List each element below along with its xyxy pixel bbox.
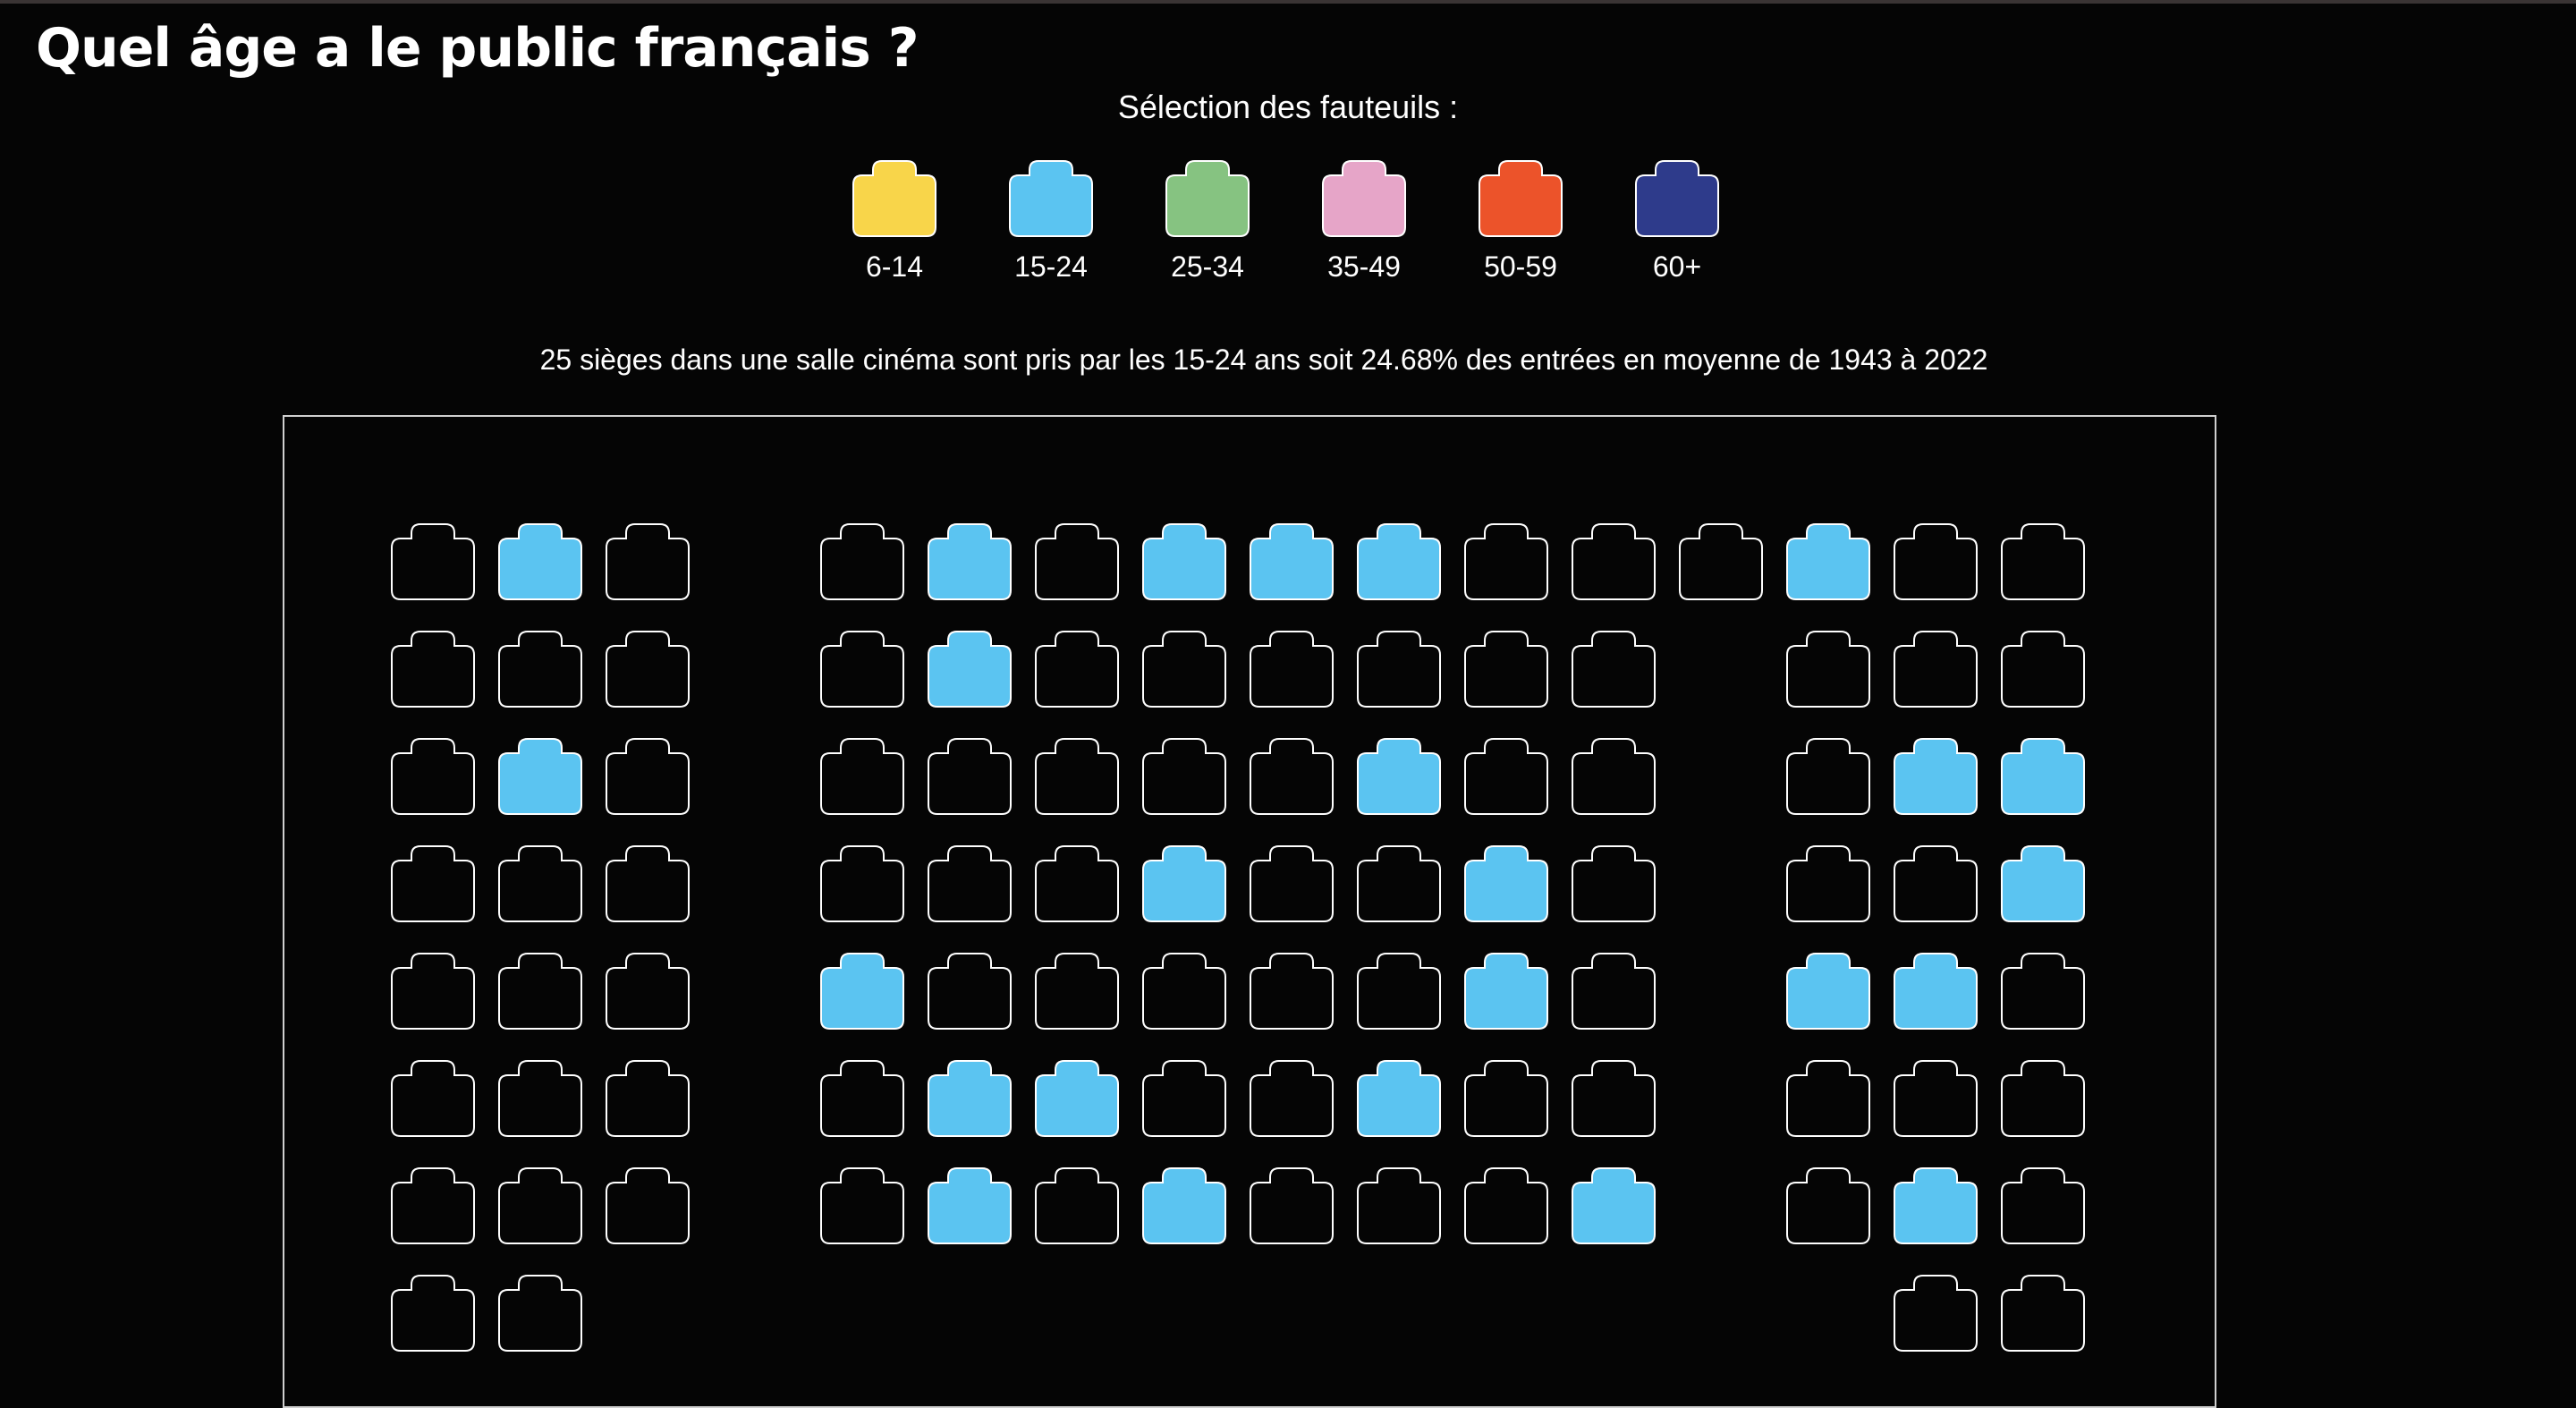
age-legend: 6-14 15-24 25-34 35-49 50-59 60+ <box>832 159 1744 302</box>
seat-icon <box>1322 160 1406 237</box>
seat-icon <box>1009 160 1093 237</box>
legend-label: 60+ <box>1652 250 1702 283</box>
seat-icon <box>1165 160 1250 237</box>
legend-item-6-14[interactable]: 6-14 <box>850 159 939 302</box>
top-border <box>0 0 2576 4</box>
seat-icon <box>1635 160 1719 237</box>
legend-label: 50-59 <box>1484 250 1557 283</box>
legend-label: 35-49 <box>1327 250 1401 283</box>
legend-item-60-plus[interactable]: 60+ <box>1632 159 1722 302</box>
seat-share-summary: 25 sièges dans une salle cinéma sont pri… <box>539 344 1988 376</box>
legend-item-15-24[interactable]: 15-24 <box>1006 159 1096 302</box>
legend-item-50-59[interactable]: 50-59 <box>1476 159 1565 302</box>
seat-icon <box>1479 160 1563 237</box>
legend-item-35-49[interactable]: 35-49 <box>1319 159 1409 302</box>
legend-title: Sélection des fauteuils : <box>1117 89 1459 125</box>
legend-label: 15-24 <box>1014 250 1088 283</box>
legend-item-25-34[interactable]: 25-34 <box>1163 159 1252 302</box>
page-title: Quel âge a le public français ? <box>36 17 919 80</box>
seat-icon <box>852 160 936 237</box>
legend-label: 25-34 <box>1171 250 1244 283</box>
legend-label: 6-14 <box>865 250 924 283</box>
